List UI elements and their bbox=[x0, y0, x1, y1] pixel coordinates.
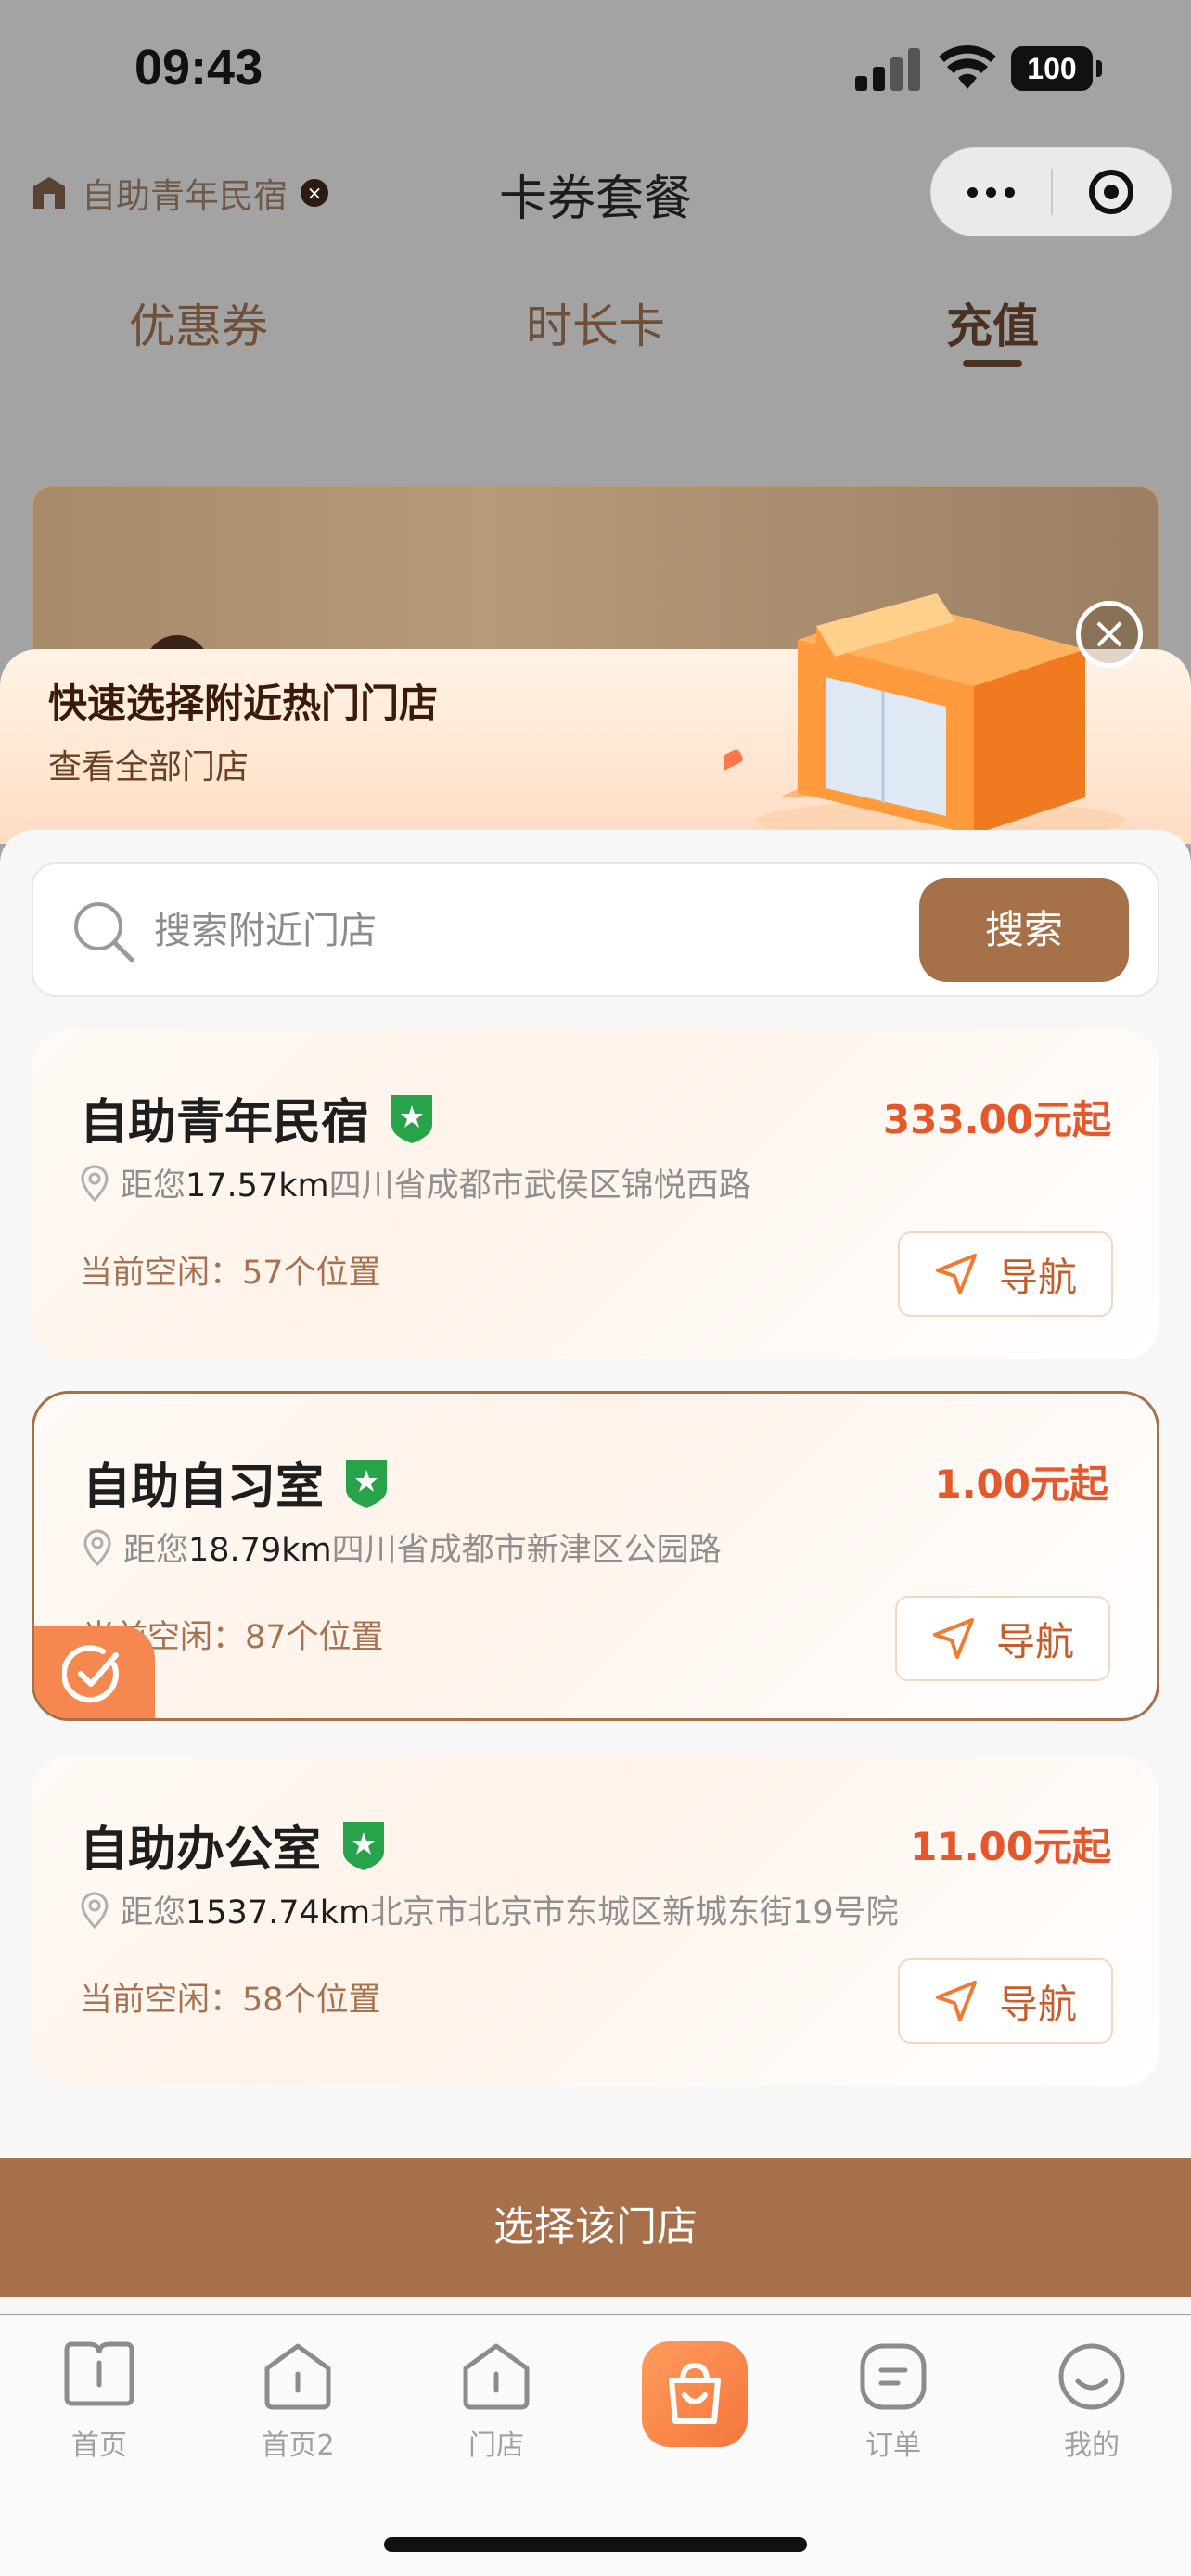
distance-prefix: 距您 bbox=[123, 1532, 189, 1569]
sheet-title: 快速选择附近热门门店 bbox=[48, 681, 439, 726]
smile-icon bbox=[1058, 2343, 1125, 2410]
battery-icon: 100 bbox=[1011, 46, 1102, 91]
select-store-button[interactable]: 选择该门店 bbox=[0, 2158, 1191, 2297]
store-card[interactable]: 自助办公室 11.00元起 距您1537.74km北京市北京市东城区新城东街19… bbox=[32, 1756, 1159, 2086]
location-pin-icon bbox=[83, 1528, 111, 1566]
location-pin-icon bbox=[81, 1891, 109, 1929]
store-distance: 18.79km bbox=[188, 1532, 332, 1569]
navigate-button[interactable]: 导航 bbox=[898, 1958, 1113, 2044]
verified-shield-icon bbox=[346, 1459, 388, 1508]
store-icon bbox=[463, 2343, 530, 2410]
store-distance: 1537.74km bbox=[186, 1894, 371, 1932]
miniapp-capsule bbox=[930, 147, 1172, 236]
store-price: 333.00元起 bbox=[882, 1097, 1111, 1142]
tabbar-label: 我的 bbox=[1064, 2429, 1120, 2462]
search-button[interactable]: 搜索 bbox=[919, 878, 1129, 982]
signal-icon bbox=[855, 48, 922, 91]
store-address-row: 距您1537.74km北京市北京市东城区新城东街19号院 bbox=[80, 1886, 899, 1933]
more-menu-icon[interactable] bbox=[931, 147, 1051, 236]
tabbar-item-mine[interactable]: 我的 bbox=[992, 2337, 1191, 2463]
store-address-row: 距您18.79km四川省成都市新津区公园路 bbox=[83, 1524, 722, 1571]
navigation-arrow-icon bbox=[932, 1618, 974, 1659]
store-free-seats: 当前空闲：57个位置 bbox=[80, 1255, 381, 1292]
store-card[interactable]: 自助青年民宿 333.00元起 距您17.57km四川省成都市武侯区锦悦西路 当… bbox=[32, 1029, 1159, 1359]
status-bar: 09:43 100 bbox=[0, 0, 1191, 139]
tabbar-item-home2[interactable]: 首页2 bbox=[198, 2337, 397, 2463]
selected-check-badge bbox=[34, 1626, 155, 1718]
navigation-arrow-icon bbox=[935, 1254, 977, 1294]
tabbar-item-orders[interactable]: 订单 bbox=[794, 2337, 992, 2463]
tabbar-item-shop[interactable] bbox=[642, 2341, 748, 2447]
store-address: 北京市北京市东城区新城东街19号院 bbox=[370, 1894, 899, 1932]
verified-shield-icon bbox=[391, 1094, 433, 1143]
battery-level: 100 bbox=[1011, 46, 1093, 91]
tab-coupons[interactable]: 优惠券 bbox=[96, 289, 301, 356]
tab-recharge[interactable]: 充值 bbox=[890, 289, 1095, 356]
close-sheet-icon[interactable]: × bbox=[1076, 601, 1143, 668]
store-card-selected[interactable]: 自助自习室 1.00元起 距您18.79km四川省成都市新津区公园路 当前空闲：… bbox=[32, 1391, 1159, 1721]
tabbar-item-store[interactable]: 门店 bbox=[397, 2337, 596, 2463]
navigate-label: 导航 bbox=[995, 1618, 1074, 1664]
home-icon bbox=[264, 2343, 331, 2410]
location-pin-icon bbox=[81, 1164, 109, 1202]
order-icon bbox=[860, 2343, 927, 2410]
store-name: 自助青年民宿 bbox=[80, 1095, 370, 1151]
tab-duration-card[interactable]: 时长卡 bbox=[493, 289, 698, 356]
tabbar-item-home[interactable]: 首页 bbox=[0, 2337, 198, 2463]
nav-bar: 自助青年民宿 × 卡券套餐 bbox=[0, 139, 1191, 246]
search-input[interactable] bbox=[154, 903, 915, 959]
verified-shield-icon bbox=[343, 1821, 385, 1870]
navigation-arrow-icon bbox=[935, 1981, 977, 2021]
store-price: 1.00元起 bbox=[934, 1461, 1108, 1507]
store-price: 11.00元起 bbox=[910, 1824, 1111, 1869]
close-miniapp-icon[interactable] bbox=[1053, 147, 1171, 236]
tabbar-label: 门店 bbox=[468, 2429, 524, 2462]
search-box: 搜索 bbox=[32, 862, 1159, 997]
home-book-icon bbox=[64, 2341, 134, 2406]
wifi-icon bbox=[939, 45, 996, 89]
store-address-row: 距您17.57km四川省成都市武侯区锦悦西路 bbox=[80, 1159, 751, 1206]
navigate-button[interactable]: 导航 bbox=[895, 1596, 1110, 1681]
store-illustration bbox=[724, 593, 1127, 841]
navigate-label: 导航 bbox=[998, 1981, 1077, 2027]
search-icon bbox=[74, 902, 134, 963]
view-all-stores-link[interactable]: 查看全部门店 bbox=[48, 740, 249, 788]
store-name: 自助自习室 bbox=[83, 1460, 325, 1515]
navigate-label: 导航 bbox=[998, 1254, 1077, 1300]
distance-prefix: 距您 bbox=[121, 1894, 186, 1932]
distance-prefix: 距您 bbox=[121, 1167, 186, 1205]
store-distance: 17.57km bbox=[186, 1167, 329, 1205]
tabbar-label: 首页 bbox=[71, 2429, 127, 2462]
shopping-bag-icon bbox=[669, 2362, 721, 2424]
store-address: 四川省成都市新津区公园路 bbox=[331, 1532, 722, 1569]
check-circle-icon bbox=[62, 1645, 119, 1703]
tabbar-label: 首页2 bbox=[261, 2429, 335, 2462]
home-indicator bbox=[384, 2537, 807, 2552]
store-address: 四川省成都市武侯区锦悦西路 bbox=[328, 1167, 751, 1205]
status-time: 09:43 bbox=[134, 40, 263, 96]
navigate-button[interactable]: 导航 bbox=[898, 1231, 1113, 1317]
active-tab-indicator bbox=[963, 360, 1022, 367]
store-name: 自助办公室 bbox=[80, 1822, 322, 1878]
tabbar-label: 订单 bbox=[865, 2429, 921, 2462]
store-free-seats: 当前空闲：58个位置 bbox=[80, 1982, 381, 2019]
